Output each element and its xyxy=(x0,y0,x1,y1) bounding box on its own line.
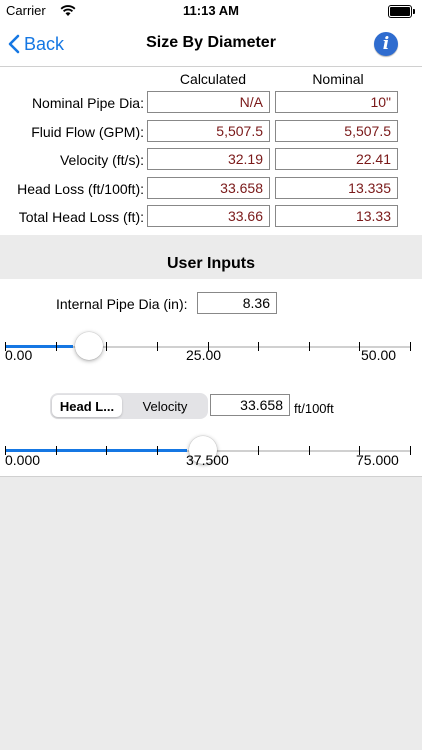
clock: 11:13 AM xyxy=(183,3,239,18)
calculated-velocity: 32.19 xyxy=(147,148,270,170)
segment-head-loss[interactable]: Head L... xyxy=(52,395,122,417)
calculated-total-head-loss: 33.66 xyxy=(147,205,270,227)
slider-tick xyxy=(56,446,57,455)
slider-tick xyxy=(410,446,411,455)
slider-tick xyxy=(258,342,259,351)
results-table: Calculated Nominal Nominal Pipe Dia: N/A… xyxy=(0,67,422,235)
nominal-total-head-loss: 13.33 xyxy=(275,205,398,227)
slider2-max-label: 75.000 xyxy=(356,452,399,468)
slider2-min-label: 0.000 xyxy=(5,452,41,468)
column-header-nominal: Nominal xyxy=(312,71,364,87)
slider-thumb[interactable] xyxy=(75,332,103,360)
slider-tick xyxy=(309,342,310,351)
slider-tick xyxy=(106,446,107,455)
head-loss-unit: ft/100ft xyxy=(294,401,334,416)
page-title: Size By Diameter xyxy=(146,34,276,51)
navigation-bar: Back Size By Diameter i xyxy=(0,22,422,67)
row-label-fluid-flow: Fluid Flow (GPM): xyxy=(31,124,144,140)
slider-tick xyxy=(106,342,107,351)
status-bar: Carrier 11:13 AM xyxy=(0,0,422,22)
slider1-min-label: 0.00 xyxy=(5,347,33,363)
slider-tick xyxy=(359,342,360,351)
head-loss-input[interactable]: 33.658 xyxy=(210,394,290,416)
row-label-nominal-pipe-dia: Nominal Pipe Dia: xyxy=(31,95,144,111)
slider-tick xyxy=(157,446,158,455)
battery-icon xyxy=(388,5,415,18)
slider-tick xyxy=(309,446,310,455)
calculated-head-loss: 33.658 xyxy=(147,177,270,199)
user-inputs-panel: Internal Pipe Dia (in): 8.36 0.00 25.00 … xyxy=(0,279,422,477)
column-header-calculated: Calculated xyxy=(179,71,247,87)
user-inputs-header: User Inputs xyxy=(0,236,422,278)
info-icon[interactable]: i xyxy=(374,32,398,56)
slider-tick xyxy=(410,342,411,351)
mode-segmented-control: Head L... Velocity xyxy=(50,393,208,419)
calculated-nominal-pipe-dia: N/A xyxy=(147,91,270,113)
nominal-head-loss: 13.335 xyxy=(275,177,398,199)
slider-tick xyxy=(157,342,158,351)
section-title: User Inputs xyxy=(166,255,255,272)
slider-tick xyxy=(258,446,259,455)
row-label-velocity: Velocity (ft/s): xyxy=(59,152,144,168)
nominal-fluid-flow: 5,507.5 xyxy=(275,120,398,142)
calculated-fluid-flow: 5,507.5 xyxy=(147,120,270,142)
row-label-total-head-loss: Total Head Loss (ft): xyxy=(18,209,144,225)
row-label-head-loss: Head Loss (ft/100ft): xyxy=(17,181,144,197)
segment-velocity[interactable]: Velocity xyxy=(124,395,206,417)
pipe-dia-label: Internal Pipe Dia (in): xyxy=(56,296,188,312)
slider1-max-label: 50.00 xyxy=(361,347,397,363)
pipe-dia-input[interactable]: 8.36 xyxy=(197,292,277,314)
slider-tick xyxy=(56,342,57,351)
slider2-mid-label: 37.500 xyxy=(186,452,229,468)
nominal-nominal-pipe-dia: 10" xyxy=(275,91,398,113)
slider1-mid-label: 25.00 xyxy=(186,347,222,363)
nominal-velocity: 22.41 xyxy=(275,148,398,170)
